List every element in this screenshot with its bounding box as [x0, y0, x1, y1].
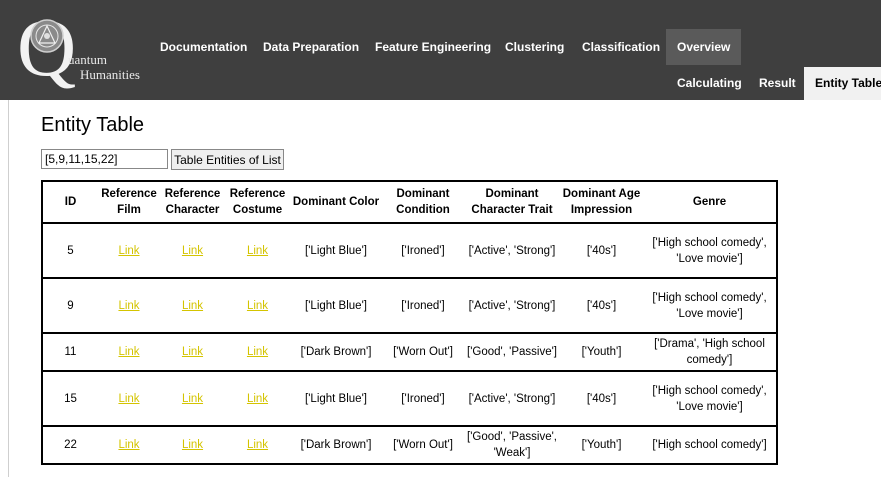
- table-header-row: ID Reference Film Reference Character Re…: [42, 181, 777, 224]
- cell-id: 22: [42, 426, 98, 465]
- emblem-icon: [30, 19, 64, 53]
- nav-clustering[interactable]: Clustering: [505, 29, 564, 65]
- top-navigation-bar: Q uantum Humanities Documentation Data P…: [0, 0, 881, 100]
- quantum-humanities-logo[interactable]: Q uantum Humanities: [17, 7, 167, 94]
- table-entities-button[interactable]: Table Entities of List: [171, 149, 284, 170]
- cell-age-impression: ['40s']: [560, 371, 643, 427]
- cell-character-trait: ['Good', 'Passive']: [464, 333, 560, 372]
- cell-age-impression: ['Youth']: [560, 333, 643, 372]
- cell-dominant-color: ['Dark Brown']: [290, 333, 382, 372]
- reference-costume-link[interactable]: Link: [247, 245, 268, 257]
- reference-character-link[interactable]: Link: [182, 245, 203, 257]
- cell-genre: ['High school comedy', 'Love movie']: [643, 223, 777, 279]
- reference-costume-link[interactable]: Link: [247, 393, 268, 405]
- logo-text-line2: Humanities: [80, 67, 140, 82]
- table-row: 9 Link Link Link ['Light Blue'] ['Ironed…: [42, 278, 777, 334]
- nav-classification[interactable]: Classification: [582, 29, 660, 65]
- header-genre: Genre: [643, 181, 777, 224]
- cell-dominant-color: ['Light Blue']: [290, 223, 382, 279]
- cell-age-impression: ['Youth']: [560, 426, 643, 465]
- header-dominant-condition: Dominant Condition: [382, 181, 464, 224]
- reference-film-link[interactable]: Link: [118, 346, 139, 358]
- reference-film-link[interactable]: Link: [118, 300, 139, 312]
- entity-list-input[interactable]: [41, 149, 168, 169]
- header-dominant-age-impression: Dominant Age Impression: [560, 181, 643, 224]
- reference-costume-link[interactable]: Link: [247, 439, 268, 451]
- cell-dominant-condition: ['Ironed']: [382, 278, 464, 334]
- table-row: 15 Link Link Link ['Light Blue'] ['Irone…: [42, 371, 777, 427]
- reference-costume-link[interactable]: Link: [247, 300, 268, 312]
- cell-age-impression: ['40s']: [560, 278, 643, 334]
- header-id: ID: [42, 181, 98, 224]
- subnav-calculating[interactable]: Calculating: [677, 67, 742, 100]
- cell-character-trait: ['Good', 'Passive', 'Weak']: [464, 426, 560, 465]
- cell-dominant-condition: ['Ironed']: [382, 223, 464, 279]
- cell-dominant-color: ['Light Blue']: [290, 371, 382, 427]
- reference-film-link[interactable]: Link: [118, 393, 139, 405]
- cell-genre: ['High school comedy', 'Love movie']: [643, 278, 777, 334]
- cell-id: 5: [42, 223, 98, 279]
- page-left-border: [8, 100, 9, 477]
- table-row: 5 Link Link Link ['Light Blue'] ['Ironed…: [42, 223, 777, 279]
- header-dominant-color: Dominant Color: [290, 181, 382, 224]
- table-row: 22 Link Link Link ['Dark Brown'] ['Worn …: [42, 426, 777, 465]
- reference-film-link[interactable]: Link: [118, 439, 139, 451]
- reference-character-link[interactable]: Link: [182, 300, 203, 312]
- subnav-entity-table[interactable]: Entity Table: [804, 67, 881, 100]
- nav-overview[interactable]: Overview: [666, 29, 742, 65]
- header-reference-character: Reference Character: [160, 181, 225, 224]
- cell-genre: ['Drama', 'High school comedy']: [643, 333, 777, 372]
- cell-character-trait: ['Active', 'Strong']: [464, 371, 560, 427]
- reference-character-link[interactable]: Link: [182, 346, 203, 358]
- nav-data-preparation[interactable]: Data Preparation: [263, 29, 359, 65]
- reference-costume-link[interactable]: Link: [247, 346, 268, 358]
- cell-dominant-color: ['Light Blue']: [290, 278, 382, 334]
- header-dominant-character-trait: Dominant Character Trait: [464, 181, 560, 224]
- table-row: 11 Link Link Link ['Dark Brown'] ['Worn …: [42, 333, 777, 372]
- page-title: Entity Table: [41, 114, 145, 136]
- header-reference-costume: Reference Costume: [225, 181, 290, 224]
- cell-id: 11: [42, 333, 98, 372]
- reference-character-link[interactable]: Link: [182, 439, 203, 451]
- nav-feature-engineering[interactable]: Feature Engineering: [375, 29, 491, 65]
- cell-genre: ['High school comedy', 'Love movie']: [643, 371, 777, 427]
- cell-dominant-condition: ['Ironed']: [382, 371, 464, 427]
- header-reference-film: Reference Film: [98, 181, 160, 224]
- cell-age-impression: ['40s']: [560, 223, 643, 279]
- cell-dominant-condition: ['Worn Out']: [382, 426, 464, 465]
- cell-id: 15: [42, 371, 98, 427]
- cell-genre: ['High school comedy']: [643, 426, 777, 465]
- logo-text-line1: uantum: [68, 52, 107, 67]
- entity-table: ID Reference Film Reference Character Re…: [41, 180, 778, 465]
- subnav-result[interactable]: Result: [759, 67, 796, 100]
- nav-documentation[interactable]: Documentation: [160, 29, 247, 65]
- reference-film-link[interactable]: Link: [118, 245, 139, 257]
- reference-character-link[interactable]: Link: [182, 393, 203, 405]
- cell-character-trait: ['Active', 'Strong']: [464, 223, 560, 279]
- cell-id: 9: [42, 278, 98, 334]
- cell-dominant-color: ['Dark Brown']: [290, 426, 382, 465]
- cell-character-trait: ['Active', 'Strong']: [464, 278, 560, 334]
- cell-dominant-condition: ['Worn Out']: [382, 333, 464, 372]
